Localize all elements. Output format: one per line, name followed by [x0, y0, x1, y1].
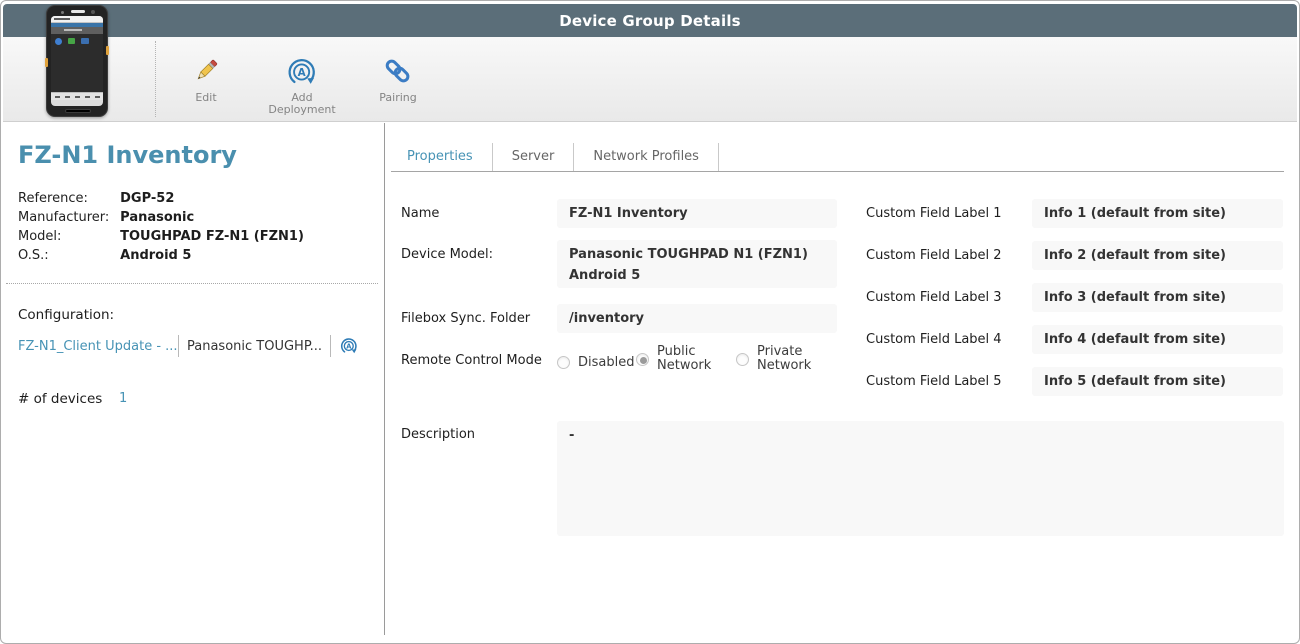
manufacturer-value: Panasonic — [120, 210, 195, 225]
description-label: Description — [401, 427, 476, 442]
custom-field-value-1: Info 1 (default from site) — [1032, 199, 1283, 228]
configuration-separator-2 — [330, 335, 332, 357]
tab-server[interactable]: Server — [493, 143, 575, 171]
group-info-list: Reference: DGP-52 Manufacturer: Panasoni… — [18, 189, 304, 265]
radio-private-network[interactable] — [736, 352, 749, 366]
pairing-button[interactable]: Pairing — [362, 55, 434, 104]
custom-field-value-5: Info 5 (default from site) — [1032, 367, 1283, 396]
model-value: TOUGHPAD FZ-N1 (FZN1) — [120, 229, 304, 244]
phone-sensor — [61, 11, 64, 14]
toolbar-divider — [155, 41, 156, 117]
radio-disabled-label: Disabled — [578, 354, 635, 370]
name-label: Name — [401, 206, 440, 221]
reference-label: Reference: — [18, 191, 88, 206]
pairing-chain-icon — [362, 55, 434, 89]
device-model-line-2: Android 5 — [569, 268, 641, 283]
svg-text:A: A — [298, 67, 306, 79]
configuration-model-value: Panasonic TOUGHP... — [187, 338, 323, 354]
device-count-label: # of devices — [18, 391, 103, 407]
custom-field-value-4: Info 4 (default from site) — [1032, 325, 1283, 354]
device-model-value-field: Panasonic TOUGHPAD N1 (FZN1) Android 5 — [557, 240, 837, 288]
phone-accent-right — [106, 46, 109, 55]
header-bar: Device Group Details — [3, 4, 1297, 37]
custom-field-value-3: Info 3 (default from site) — [1032, 283, 1283, 312]
configuration-label: Configuration: — [18, 307, 115, 323]
filebox-sync-folder-value-field: /inventory — [557, 304, 837, 333]
name-value-field: FZ-N1 Inventory — [557, 199, 837, 228]
detail-tabs: Properties Server Network Profiles — [401, 143, 719, 171]
add-deployment-button-label: Add Deployment — [268, 91, 336, 116]
configuration-sync-button[interactable]: A — [339, 336, 359, 356]
add-deployment-button[interactable]: A Add Deployment — [266, 55, 338, 116]
description-value-field: - — [557, 421, 1284, 536]
edit-button[interactable]: Edit — [170, 55, 242, 104]
custom-field-label-5: Custom Field Label 5 — [866, 374, 1002, 389]
reference-value: DGP-52 — [120, 191, 175, 206]
phone-app-desktop-bar — [51, 27, 103, 34]
phone-button-strip — [51, 92, 103, 100]
device-count-link[interactable]: 1 — [119, 391, 127, 406]
filebox-sync-folder-label: Filebox Sync. Folder — [401, 311, 531, 326]
device-group-details-page: Device Group Details Edit A Add Deployme… — [0, 0, 1300, 644]
tab-network-profiles[interactable]: Network Profiles — [574, 143, 719, 171]
radio-option-public-network[interactable]: Public Network — [636, 345, 736, 373]
sidebar-dotted-divider — [6, 283, 378, 284]
phone-home-bar — [65, 109, 91, 113]
info-row-model: Model: TOUGHPAD FZ-N1 (FZN1) — [18, 227, 304, 246]
phone-screen-face — [51, 16, 103, 106]
custom-field-label-4: Custom Field Label 4 — [866, 332, 1002, 347]
device-model-label: Device Model: — [401, 247, 494, 262]
remote-control-mode-label: Remote Control Mode — [401, 353, 542, 368]
tabs-underline — [391, 171, 1284, 172]
configuration-row: FZ-N1_Client Update - ... Panasonic TOUG… — [18, 334, 359, 358]
add-deployment-icon: A — [266, 55, 338, 89]
radio-disabled[interactable] — [557, 356, 570, 369]
radio-public-network-label: Public Network — [657, 344, 712, 373]
custom-field-label-1: Custom Field Label 1 — [866, 206, 1002, 221]
os-label: O.S.: — [18, 248, 49, 263]
model-label: Model: — [18, 229, 62, 244]
device-count-row: # of devices 1 — [18, 391, 127, 407]
panel-divider — [384, 123, 385, 635]
page-title: Device Group Details — [559, 11, 741, 30]
phone-screen — [51, 34, 103, 92]
info-row-manufacturer: Manufacturer: Panasonic — [18, 208, 304, 227]
device-photo — [45, 5, 109, 117]
os-value: Android 5 — [120, 248, 192, 263]
phone-app-icon-1 — [55, 38, 62, 45]
svg-text:A: A — [346, 342, 352, 350]
group-title: FZ-N1 Inventory — [18, 141, 237, 169]
phone-camera — [91, 10, 95, 14]
phone-app-icon-2 — [68, 38, 75, 44]
remote-control-mode-group: Disabled Public Network Private Network — [557, 345, 836, 373]
tab-properties[interactable]: Properties — [401, 143, 493, 171]
refresh-a-icon: A — [340, 338, 357, 354]
custom-field-label-2: Custom Field Label 2 — [866, 248, 1002, 263]
edit-button-label: Edit — [195, 91, 217, 104]
phone-app-icon-3 — [81, 38, 89, 44]
info-row-reference: Reference: DGP-52 — [18, 189, 304, 208]
edit-pencil-icon — [170, 55, 242, 89]
custom-field-value-2: Info 2 (default from site) — [1032, 241, 1283, 270]
device-model-line-1: Panasonic TOUGHPAD N1 (FZN1) — [569, 247, 808, 262]
configuration-separator — [178, 335, 179, 357]
phone-brand-strip — [51, 16, 103, 23]
radio-public-network[interactable] — [636, 352, 649, 366]
custom-field-label-3: Custom Field Label 3 — [866, 290, 1002, 305]
toolbar: Edit A Add Deployment Pairing — [3, 37, 1297, 122]
phone-speaker — [71, 10, 85, 13]
radio-option-disabled[interactable]: Disabled — [557, 352, 636, 373]
radio-private-network-label: Private Network — [757, 344, 812, 373]
radio-option-private-network[interactable]: Private Network — [736, 345, 836, 373]
info-row-os: O.S.: Android 5 — [18, 246, 304, 265]
manufacturer-label: Manufacturer: — [18, 210, 110, 225]
configuration-link[interactable]: FZ-N1_Client Update - ... — [18, 339, 178, 354]
pairing-button-label: Pairing — [379, 91, 417, 104]
phone-accent-left — [45, 58, 48, 67]
